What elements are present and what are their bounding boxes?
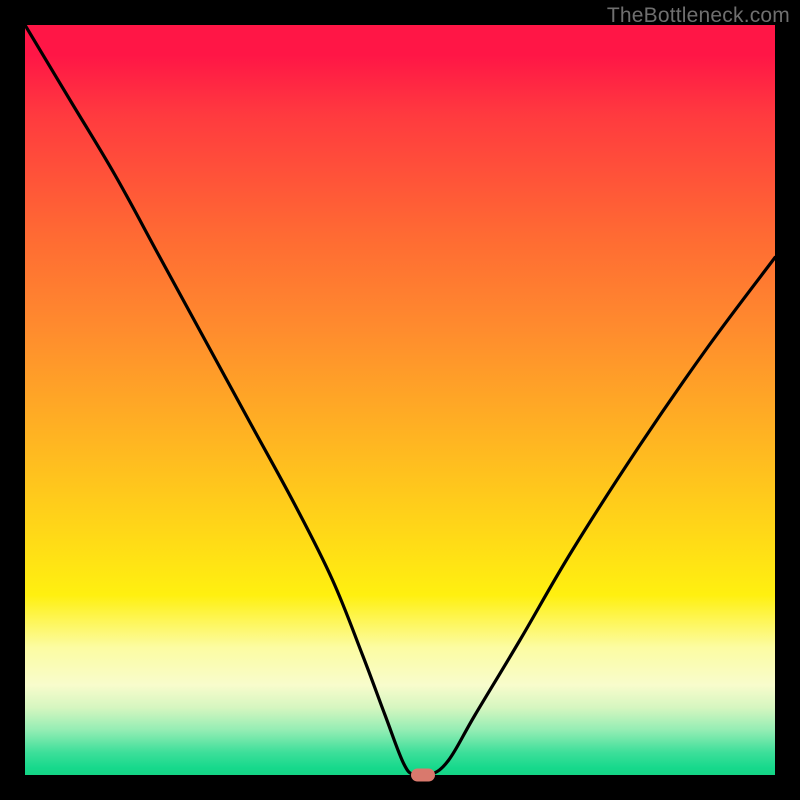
curve-svg (25, 25, 775, 775)
plot-area (25, 25, 775, 775)
chart-frame: TheBottleneck.com (0, 0, 800, 800)
bottleneck-curve (25, 25, 775, 775)
optimal-point-marker (411, 769, 435, 782)
